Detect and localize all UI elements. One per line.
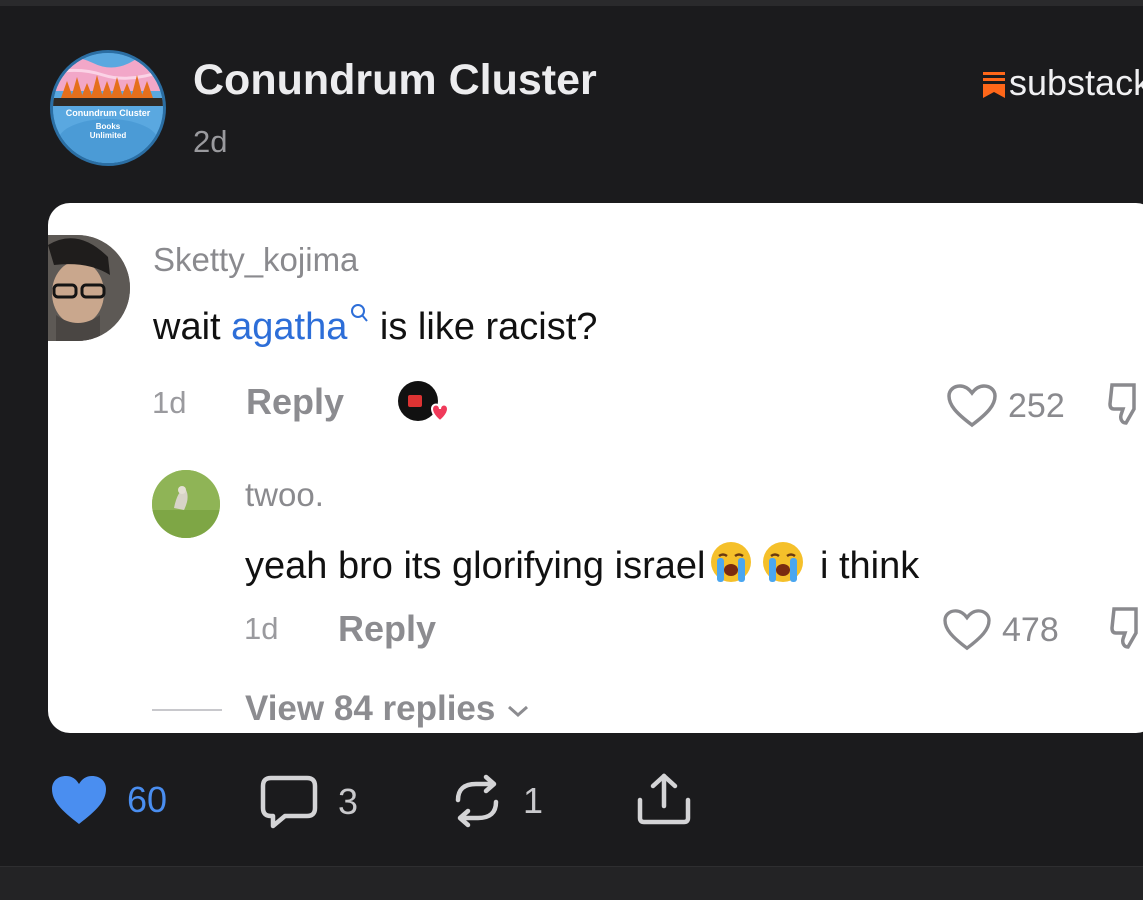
like-count: 478: [1002, 610, 1059, 649]
publication-avatar[interactable]: Conundrum Cluster Books Unlimited: [50, 50, 166, 166]
comment-like-button[interactable]: 252: [946, 383, 1065, 429]
search-icon[interactable]: [349, 302, 369, 324]
reply-button[interactable]: Reply: [338, 608, 436, 650]
view-replies-label: View 84 replies: [245, 689, 496, 728]
dislike-icon[interactable]: [1108, 381, 1143, 427]
creator-liked-icon: [398, 379, 450, 425]
substack-logo[interactable]: substack: [983, 62, 1143, 104]
loudly-crying-emoji: [711, 542, 752, 582]
reply-text-part: i think: [809, 545, 920, 587]
publication-name[interactable]: Conundrum Cluster: [193, 56, 597, 105]
search-link[interactable]: agatha: [231, 306, 347, 348]
heart-filled-icon: [52, 776, 106, 824]
post-timestamp: 2d: [193, 124, 228, 159]
reply-text-part: yeah bro its glorifying israel: [245, 545, 706, 587]
view-replies-button[interactable]: View 84 replies: [245, 689, 531, 729]
substack-wordmark: substack: [1009, 62, 1143, 103]
comment-timestamp: 1d: [152, 385, 187, 420]
share-button[interactable]: [634, 772, 694, 828]
comment-icon: [260, 775, 318, 829]
reply-timestamp: 1d: [244, 611, 279, 646]
reply-text: yeah bro its glorifying israel i think: [245, 540, 919, 588]
reply-username[interactable]: twoo.: [245, 476, 324, 514]
top-divider: [0, 0, 1143, 6]
substack-icon: [983, 72, 1005, 98]
post-like-count: 60: [127, 779, 168, 820]
comment-text-part: wait: [153, 306, 232, 348]
loudly-crying-emoji: [763, 542, 804, 582]
post-comment-count: 3: [338, 781, 359, 822]
reply-like-button[interactable]: 478: [942, 608, 1059, 652]
post-restack-count: 1: [523, 780, 544, 821]
reply-button[interactable]: Reply: [246, 381, 344, 423]
restack-button[interactable]: 1: [448, 774, 543, 828]
heart-outline-icon: [947, 384, 997, 428]
share-icon: [637, 773, 691, 825]
avatar-text: Conundrum Cluster Books Unlimited: [65, 108, 151, 140]
comment-text: wait agatha is like racist?: [153, 304, 598, 349]
reply-commenter-avatar: [152, 470, 220, 538]
view-replies-divider: [152, 709, 222, 711]
comment-text-part: is like racist?: [369, 306, 598, 348]
chevron-down-icon: [508, 705, 529, 717]
bottom-divider: [0, 866, 1143, 900]
comment-username[interactable]: Sketty_kojima: [153, 241, 358, 279]
comment-button[interactable]: 3: [259, 774, 358, 830]
restack-icon: [455, 774, 499, 828]
heart-outline-icon: [943, 609, 991, 651]
dislike-icon[interactable]: [1110, 605, 1143, 651]
like-count: 252: [1008, 386, 1065, 425]
like-button[interactable]: 60: [50, 774, 167, 826]
embedded-image[interactable]: Sketty_kojima wait agatha is like racist…: [48, 203, 1143, 733]
commenter-avatar: [48, 235, 130, 341]
